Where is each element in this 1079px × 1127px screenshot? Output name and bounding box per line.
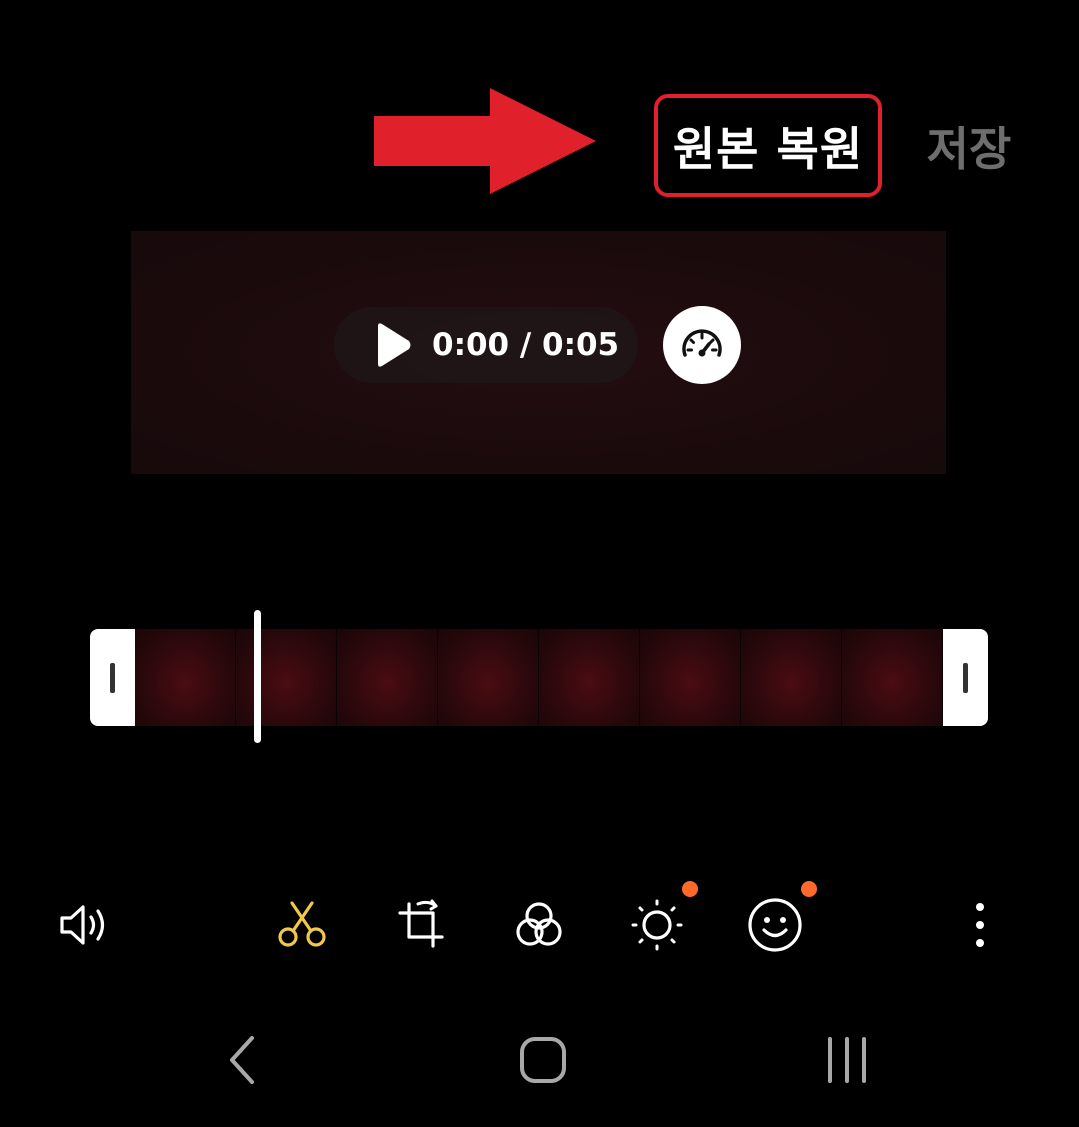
play-icon[interactable] — [374, 322, 414, 368]
home-icon — [520, 1037, 566, 1083]
frame-thumbnail — [539, 629, 640, 726]
volume-button[interactable] — [52, 893, 116, 957]
recents-icon — [828, 1037, 866, 1083]
smiley-icon — [748, 898, 802, 952]
more-vertical-icon — [976, 903, 984, 947]
adjust-button[interactable] — [625, 893, 689, 957]
filter-circles-icon — [516, 902, 562, 946]
speed-button[interactable] — [663, 306, 741, 384]
sticker-button[interactable] — [743, 893, 807, 957]
grip-icon — [110, 662, 115, 693]
frame-thumbnail — [438, 629, 539, 726]
nav-back-button[interactable] — [207, 1030, 277, 1090]
grip-icon — [963, 662, 968, 693]
trim-timeline[interactable] — [90, 629, 988, 726]
scissors-icon — [278, 901, 326, 947]
frame-thumbnail — [135, 629, 236, 726]
crop-rotate-button[interactable] — [389, 893, 453, 957]
frame-thumbnail — [842, 629, 943, 726]
nav-recents-button[interactable] — [812, 1030, 882, 1090]
frame-thumbnail — [236, 629, 337, 726]
speedometer-icon — [682, 329, 722, 357]
back-icon — [230, 1036, 254, 1084]
crop-rotate-icon — [398, 899, 444, 948]
frame-thumbnail — [741, 629, 842, 726]
playback-control[interactable]: 0:00 / 0:05 — [334, 307, 638, 383]
volume-icon — [60, 905, 105, 945]
filter-button[interactable] — [507, 893, 571, 957]
trim-tool-button[interactable] — [270, 893, 334, 957]
nav-home-button[interactable] — [508, 1030, 578, 1090]
playhead[interactable] — [254, 610, 261, 743]
frame-thumbnail — [640, 629, 741, 726]
trim-handle-end[interactable] — [943, 629, 988, 726]
new-badge — [682, 881, 698, 897]
frame-thumbnail — [337, 629, 438, 726]
trim-handle-start[interactable] — [90, 629, 135, 726]
save-button[interactable]: 저장 — [906, 94, 1032, 197]
brightness-icon — [631, 899, 683, 951]
more-options-button[interactable] — [948, 893, 1012, 957]
time-display: 0:00 / 0:05 — [432, 327, 620, 363]
red-arrow-annotation — [374, 88, 596, 194]
new-badge — [801, 881, 817, 897]
revert-original-button[interactable]: 원본 복원 — [654, 94, 882, 197]
